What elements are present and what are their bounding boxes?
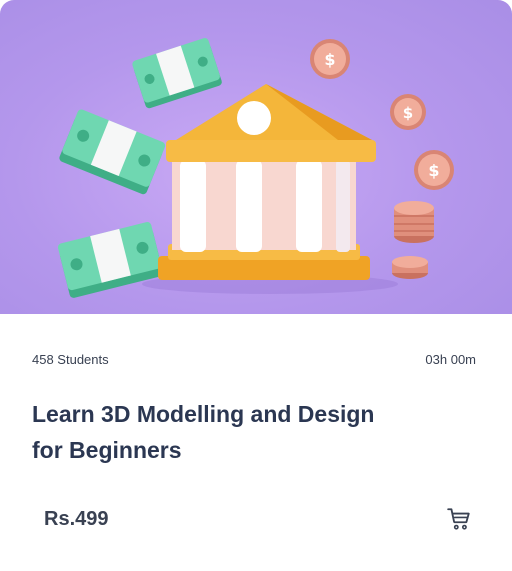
course-thumbnail: $ $ $ bbox=[0, 0, 512, 314]
coin-icon: $ bbox=[390, 94, 426, 130]
bank-building-icon bbox=[142, 84, 398, 294]
course-title-line: for Beginners bbox=[32, 437, 182, 463]
coin-stack-icon bbox=[394, 201, 434, 243]
course-footer: Rs.499 bbox=[44, 506, 472, 532]
course-price: Rs.499 bbox=[44, 507, 109, 530]
bank-money-illustration: $ $ $ bbox=[57, 38, 454, 298]
cash-stack-icon bbox=[57, 222, 163, 298]
svg-text:$: $ bbox=[324, 50, 335, 69]
course-title-line: Learn 3D Modelling and Design bbox=[32, 401, 375, 427]
cash-stack-icon bbox=[132, 38, 222, 109]
course-meta: 458 Students 03h 00m bbox=[32, 352, 476, 367]
course-card[interactable]: $ $ $ 458 Students 03h 00m Learn 3D Mode… bbox=[0, 0, 512, 571]
course-title[interactable]: Learn 3D Modelling and Design for Beginn… bbox=[32, 396, 452, 468]
students-count: 458 Students bbox=[32, 352, 109, 367]
coin-icon: $ bbox=[414, 150, 454, 190]
cash-stack-icon bbox=[59, 109, 166, 195]
coin-icon: $ bbox=[310, 39, 350, 79]
course-duration: 03h 00m bbox=[425, 352, 476, 367]
coin-stack-icon bbox=[392, 256, 428, 279]
svg-text:$: $ bbox=[403, 104, 413, 122]
svg-text:$: $ bbox=[428, 161, 439, 180]
cart-icon[interactable] bbox=[446, 506, 472, 532]
